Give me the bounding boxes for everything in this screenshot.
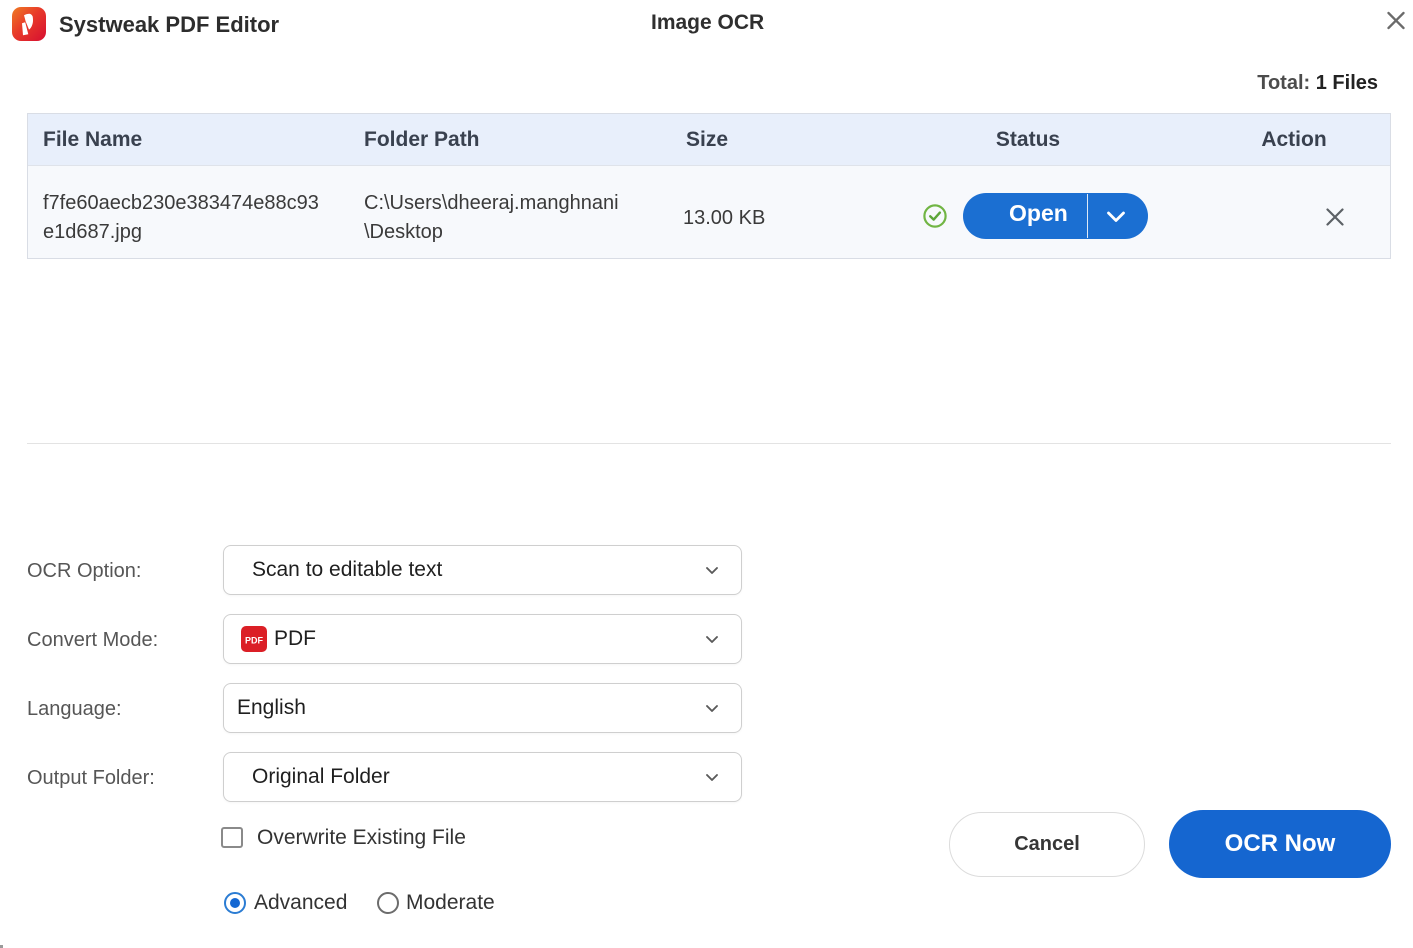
svg-text:PDF: PDF bbox=[245, 636, 264, 646]
